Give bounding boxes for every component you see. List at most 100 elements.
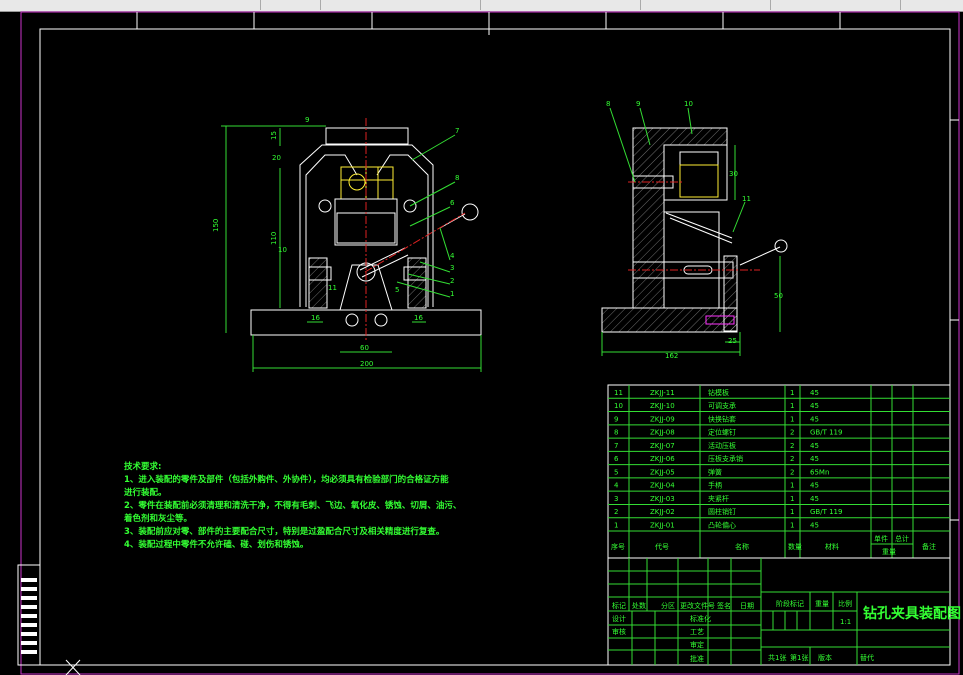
parts-list: 11 ZKJJ-11 钻模板 1 4510 ZKJJ-10 可调支承 1 459 ZKJJ-09 快… [607, 384, 951, 559]
dim-side-width: 162 [665, 352, 678, 360]
part-name: 手柄 [708, 481, 722, 490]
part-material: 45 [810, 482, 819, 490]
part-material: 65Mn [810, 468, 829, 476]
part-code: ZKJJ-09 [650, 415, 675, 423]
header-material: 材料 [825, 542, 839, 551]
part-material: 45 [810, 402, 819, 410]
tb-date: 日期 [740, 602, 754, 610]
tb-check: 审核 [612, 627, 626, 636]
part-code: ZKJJ-10 [650, 402, 675, 410]
part-name: 活动压板 [708, 441, 736, 450]
part-material: 45 [810, 522, 819, 530]
side-view[interactable]: 162 25 50 30 8 9 10 11 [601, 100, 788, 360]
parts-row: 10 ZKJJ-10 可调支承 1 45 [608, 397, 950, 410]
balloon-label: 2 [450, 277, 454, 285]
tb-review: 审定 [690, 640, 704, 649]
part-code: ZKJJ-11 [650, 389, 675, 397]
part-no: 9 [614, 415, 618, 423]
part-qty: 1 [790, 508, 794, 516]
balloon-label: 11 [742, 195, 751, 203]
part-qty: 2 [790, 468, 794, 476]
part-qty: 1 [790, 389, 794, 397]
dim-front-right: 16 [414, 314, 423, 322]
part-name: 快换钻套 [708, 414, 736, 423]
header-code: 代号 [655, 542, 669, 551]
part-name: 可调支承 [708, 401, 736, 410]
note-line: 着色剂和灰尘等。 [123, 513, 192, 524]
drawing-canvas[interactable]: 150 110 15 20 16 16 60 200 7864321910511… [0, 11, 963, 675]
balloon-label: 4 [450, 252, 455, 260]
part-material: 45 [810, 442, 819, 450]
dim-side-small: 25 [728, 337, 737, 345]
balloon-label: 7 [455, 127, 459, 135]
part-code: ZKJJ-04 [650, 482, 675, 490]
part-code: ZKJJ-06 [650, 455, 675, 463]
balloon-label: 8 [455, 174, 459, 182]
tb-design: 设计 [612, 614, 626, 623]
dim-front-height: 150 [212, 219, 220, 232]
part-qty: 2 [790, 429, 794, 437]
tb-scale: 比例 [838, 599, 852, 608]
front-view[interactable]: 150 110 15 20 16 16 60 200 7 8 6 4 3 2 1 9 10 5 11 [212, 116, 482, 372]
balloon-label: 8 [606, 100, 610, 108]
part-qty: 2 [790, 455, 794, 463]
tb-mark: 标记 [612, 601, 626, 610]
tb-doc: 更改文件号 [680, 601, 715, 610]
parts-row: 5 ZKJJ-05 弹簧 2 65Mn [608, 464, 950, 476]
part-no: 5 [614, 468, 618, 476]
part-code: ZKJJ-05 [650, 468, 675, 476]
part-name: 圆柱销钉 [708, 507, 736, 516]
header-qty: 数量 [788, 542, 802, 551]
parts-row: 3 ZKJJ-03 夹紧杆 1 45 [608, 490, 950, 503]
tb-sheets: 共1张 [768, 653, 786, 662]
tb-process: 工艺 [690, 628, 704, 636]
dim-side-top: 30 [729, 170, 738, 178]
header-weight: 重量 [882, 548, 896, 556]
header-no: 序号 [611, 542, 625, 551]
part-no: 7 [614, 442, 618, 450]
parts-row: 7 ZKJJ-07 活动压板 2 45 [608, 437, 950, 450]
note-line: 1、进入装配的零件及部件（包括外购件、外协件），均必须具有检验部门的合格证方能 [124, 474, 449, 485]
part-name: 凸轮偏心 [708, 521, 736, 530]
dim-front-inner: 110 [270, 232, 278, 245]
parts-row: 11 ZKJJ-11 钻模板 1 45 [614, 388, 819, 397]
tb-count: 处数 [632, 601, 646, 610]
dim-front-width: 200 [360, 360, 373, 368]
part-name: 钻模板 [708, 388, 729, 397]
drawing-title: 钻孔夹具装配图 [863, 605, 961, 622]
note-line: 进行装配。 [124, 487, 167, 498]
tb-version: 版本 [818, 653, 832, 662]
corner-mark [65, 659, 81, 675]
dim-front-left: 16 [311, 314, 320, 322]
part-qty: 1 [790, 402, 794, 410]
parts-row: 6 ZKJJ-06 压板支承销 2 45 [608, 450, 950, 463]
balloon-label: 9 [636, 100, 640, 108]
dim-front-center: 60 [360, 344, 369, 352]
part-no: 1 [614, 522, 618, 530]
balloon-label: 10 [684, 100, 693, 108]
tb-standard: 标准化 [690, 614, 711, 623]
part-material: 45 [810, 495, 819, 503]
parts-row: 2 ZKJJ-02 圆柱销钉 1 GB/T 119 [608, 503, 950, 516]
part-name: 定位螺钉 [708, 428, 736, 437]
technical-requirements: 技术要求: 1、进入装配的零件及部件（包括外购件、外协件），均必须具有检验部门的… [123, 461, 461, 550]
part-code: ZKJJ-02 [650, 508, 675, 516]
balloon-label: 6 [450, 199, 455, 207]
tb-replace: 替代 [860, 653, 874, 662]
header-unit: 单件 [874, 534, 888, 543]
part-material: 45 [810, 415, 819, 423]
balloon-label: 3 [450, 264, 454, 272]
parts-row: 8 ZKJJ-08 定位螺钉 2 GB/T 119 [608, 424, 950, 437]
part-name: 夹紧杆 [708, 494, 729, 503]
parts-row: 4 ZKJJ-04 手柄 1 45 [608, 477, 950, 490]
part-qty: 1 [790, 415, 794, 423]
note-line: 2、零件在装配前必须清理和清洗干净，不得有毛刺、飞边、氧化皮、锈蚀、切屑、油污、 [124, 500, 461, 511]
note-line: 3、装配前应对零、部件的主要配合尺寸，特别是过盈配合尺寸及相关精度进行复查。 [124, 526, 444, 537]
tb-sheet-no: 第1张 [790, 653, 808, 662]
part-material: 45 [810, 389, 819, 397]
part-code: ZKJJ-07 [650, 442, 675, 450]
part-material: GB/T 119 [810, 508, 842, 516]
part-qty: 2 [790, 442, 794, 450]
note-line: 4、装配过程中零件不允许磕、碰、划伤和锈蚀。 [124, 539, 308, 550]
sheet-outer-border [20, 11, 960, 675]
